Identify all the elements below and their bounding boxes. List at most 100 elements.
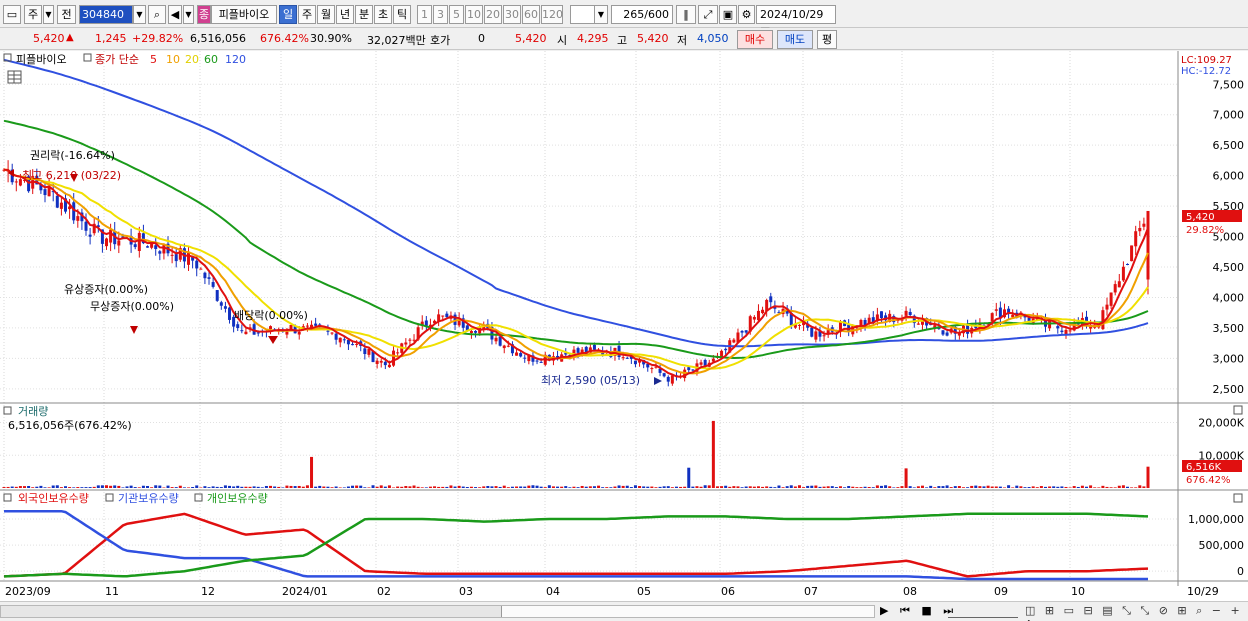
compare-dropdown-icon[interactable]: ▼ — [594, 5, 608, 24]
period-button-4[interactable]: 분 — [355, 5, 373, 24]
volume-bar — [494, 486, 498, 488]
candle-body — [994, 309, 998, 311]
prev-button[interactable]: 전 — [57, 5, 76, 24]
volume-bar — [912, 487, 916, 488]
buy-button[interactable]: 매수 — [737, 30, 773, 49]
period-button-5[interactable]: 초 — [374, 5, 392, 24]
legend-indiv-menu-icon[interactable] — [194, 493, 203, 502]
speaker-icon[interactable]: ◀ — [168, 5, 182, 24]
volume-bar — [920, 485, 924, 488]
volume-bar — [1007, 485, 1011, 488]
x-axis-label: 05 — [637, 585, 651, 598]
sell-button[interactable]: 매도 — [777, 30, 813, 49]
volume-bar — [322, 486, 326, 488]
high-value: 5,420 — [637, 32, 669, 45]
volume-bar — [1105, 486, 1109, 488]
volume-bar — [974, 485, 978, 488]
avg-button[interactable]: 평 — [817, 30, 837, 49]
holdings-close-icon[interactable] — [1233, 493, 1243, 503]
volume-bar — [330, 487, 334, 488]
volume-bar — [469, 486, 473, 488]
volume-bar — [945, 485, 949, 488]
volume-bar — [10, 486, 14, 488]
chart-type-icon[interactable]: ⤢ — [698, 5, 718, 24]
zoom-slider[interactable] — [948, 604, 1018, 618]
volume-bar — [617, 485, 621, 488]
interval-button-5[interactable]: 5 — [449, 5, 464, 24]
volume-bar — [490, 486, 494, 488]
candle-body — [383, 361, 387, 366]
volume-bar — [113, 485, 117, 488]
legend-inst-menu-icon[interactable] — [105, 493, 114, 502]
scroll-thumb[interactable] — [501, 606, 874, 617]
horizontal-scrollbar[interactable] — [0, 605, 875, 618]
volume-bar — [383, 486, 387, 488]
volume-bar — [318, 485, 322, 488]
volume-bar — [588, 486, 592, 488]
volume-bar — [441, 486, 445, 488]
volume-bar — [547, 485, 551, 488]
period-button-3[interactable]: 년 — [336, 5, 354, 24]
volume-menu-icon[interactable] — [3, 406, 12, 415]
volume-bar — [453, 486, 457, 488]
market-dropdown-icon[interactable]: ▼ — [43, 5, 54, 24]
tool-icons[interactable]: ◫ ⊞ ▭ ⊟ ▤ ⤡ ⤡ ⊘ ⊞ ⌕ − + A — [1025, 604, 1248, 621]
chart-area[interactable]: 20,000K 10,000K 1,000,000 500,000 0 7,500 7,… — [0, 51, 1248, 601]
volume-bar — [953, 486, 957, 488]
period-button-1[interactable]: 주 — [298, 5, 316, 24]
candle-body — [761, 309, 765, 314]
market-select[interactable]: 주 — [24, 5, 42, 24]
interval-button-10[interactable]: 10 — [465, 5, 483, 24]
volume-bar — [285, 485, 289, 488]
volume-bar — [556, 486, 560, 488]
period-button-0[interactable]: 일 — [279, 5, 297, 24]
volume-bar — [174, 487, 178, 488]
interval-button-120[interactable]: 120 — [541, 5, 563, 24]
interval-button-3[interactable]: 3 — [433, 5, 448, 24]
date-input[interactable]: 2024/10/29 ▦ — [756, 5, 836, 38]
search-icon[interactable]: ⌕ — [148, 5, 166, 24]
volume-close-icon[interactable] — [1233, 405, 1243, 415]
indicator-menu-icon[interactable] — [83, 53, 92, 62]
volume-bar — [814, 485, 818, 488]
interval-button-20[interactable]: 20 — [484, 5, 502, 24]
interval-button-60[interactable]: 60 — [522, 5, 540, 24]
stock-name-box[interactable]: 피플바이오 — [211, 5, 277, 24]
count-input[interactable]: 265/600 — [611, 5, 673, 24]
speaker-dropdown-icon[interactable]: ▼ — [183, 5, 194, 24]
volume-bar — [998, 486, 1002, 488]
settings-icon[interactable]: ⚙ — [738, 5, 755, 24]
volume-bar — [834, 487, 838, 488]
volume-bar — [851, 486, 855, 488]
volume-bar — [121, 487, 125, 488]
nav-controls[interactable]: ▶ ⏮ ■ ⏭ — [880, 604, 957, 618]
volume-bar — [695, 486, 699, 488]
holdings-menu-icon[interactable] — [3, 493, 12, 502]
period-button-6[interactable]: 틱 — [393, 5, 411, 24]
volume-bar — [949, 487, 953, 488]
candle-body — [199, 268, 203, 270]
period-button-2[interactable]: 월 — [317, 5, 335, 24]
volume-bar — [305, 485, 309, 488]
save-icon[interactable]: ▣ — [719, 5, 737, 24]
candle-body — [756, 310, 760, 321]
layout-icon[interactable]: ▭ — [3, 5, 21, 24]
candle-body — [1048, 320, 1052, 329]
candle-body — [720, 350, 724, 357]
candle-body — [650, 368, 654, 370]
volume-last-pct: 676.42% — [1186, 475, 1231, 486]
volume-bar — [564, 486, 568, 488]
candle-body — [941, 330, 945, 335]
candle-icon[interactable]: ‖ — [676, 5, 696, 24]
volume-bar — [1146, 466, 1150, 488]
interval-button-30[interactable]: 30 — [503, 5, 521, 24]
candle-body — [150, 243, 154, 248]
hc-label: HC:-12.72 — [1181, 66, 1231, 77]
stock-code-input[interactable]: 304840 — [79, 5, 133, 24]
volume-bar — [379, 485, 383, 488]
volume-bar — [1138, 485, 1142, 488]
code-dropdown-icon[interactable]: ▼ — [133, 5, 146, 24]
stock-chart[interactable]: 20,000K10,000K 1,000,000 500,000 0 7,500 7,… — [0, 51, 1248, 601]
volume-bar — [683, 486, 687, 488]
interval-button-1[interactable]: 1 — [417, 5, 432, 24]
